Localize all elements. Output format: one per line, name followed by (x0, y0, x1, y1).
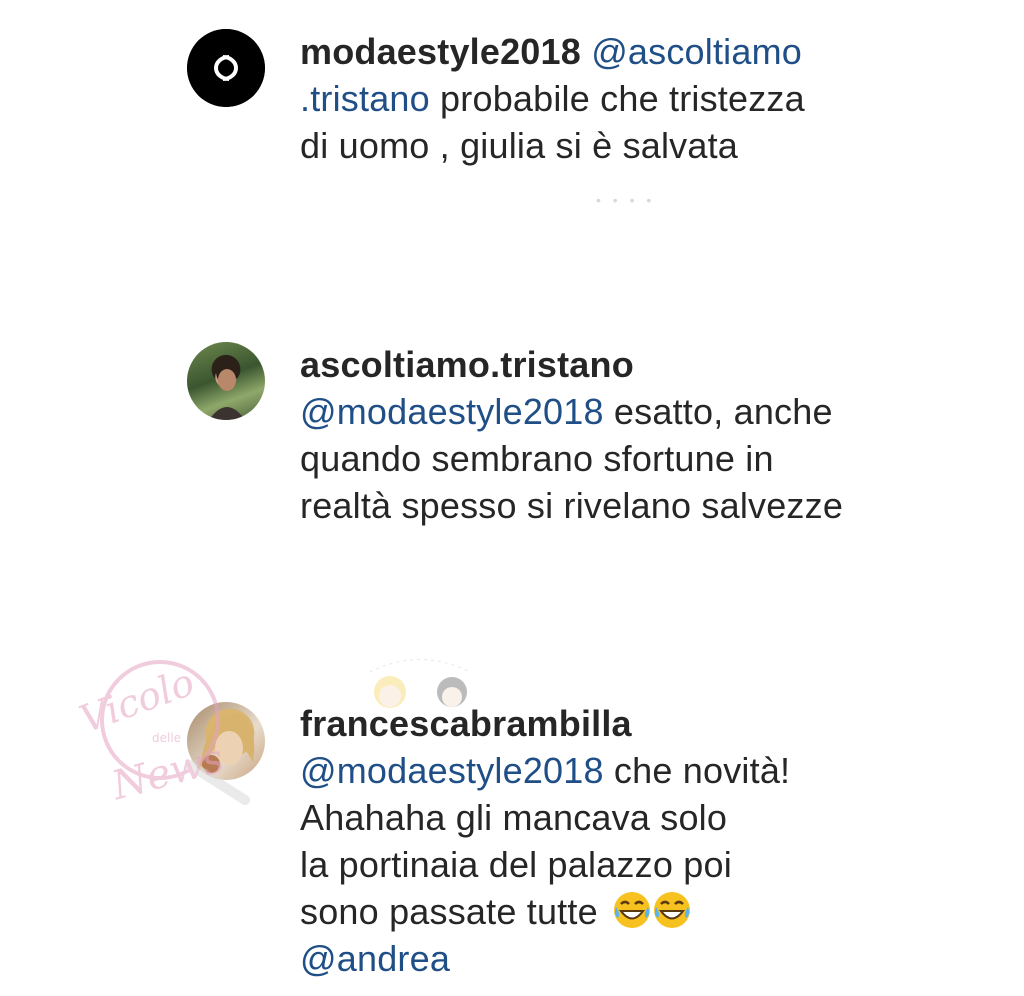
comment-body: la portinaia del palazzo poi (300, 844, 732, 885)
mention-link[interactable]: @andrea (300, 935, 980, 982)
comment-body: sono passate tutte (300, 891, 598, 932)
watermark-text: Vicolo (74, 660, 200, 742)
avatar[interactable] (187, 702, 265, 780)
comment-body: realtà spesso si rivelano salvezze (300, 485, 844, 526)
chanel-logo-icon (187, 29, 265, 107)
comment-body: probabile che tristezza (429, 78, 805, 119)
face-with-tears-of-joy-emoji (614, 892, 651, 928)
comment-username[interactable]: modaestyle2018 (300, 31, 581, 72)
mention-link[interactable]: @modaestyle2018 (300, 391, 604, 432)
decorative-sticker (369, 659, 471, 708)
comment-text: ascoltiamo.tristano @modaestyle2018 esat… (300, 341, 980, 529)
mention-link-continued[interactable]: .tristano (300, 78, 430, 119)
comment-body: quando sembrano sfortune in (300, 438, 774, 479)
mention-link[interactable]: @ascoltiamo (591, 31, 802, 72)
divider-dots: • • • • (596, 192, 656, 208)
watermark-logo: Vicolo delle News (74, 660, 250, 810)
avatar[interactable] (187, 342, 265, 420)
watermark-text: delle (152, 731, 181, 745)
comment-text: francescabrambilla @modaestyle2018 che n… (300, 700, 980, 982)
mention-link[interactable]: @modaestyle2018 (300, 750, 604, 791)
user-photo-avatar (199, 713, 255, 773)
comment-body: che novità! (603, 750, 791, 791)
comment-username[interactable]: ascoltiamo.tristano (300, 341, 980, 388)
user-photo-avatar (209, 359, 245, 420)
avatar[interactable] (187, 29, 265, 107)
comment-body: esatto, anche (603, 391, 833, 432)
comment-body: Ahahaha gli mancava solo (300, 797, 728, 838)
face-with-tears-of-joy-emoji (654, 892, 691, 928)
comment-body: di uomo , giulia si è salvata (300, 125, 739, 166)
comment-text: modaestyle2018 @ascoltiamo .tristano pro… (300, 28, 980, 169)
